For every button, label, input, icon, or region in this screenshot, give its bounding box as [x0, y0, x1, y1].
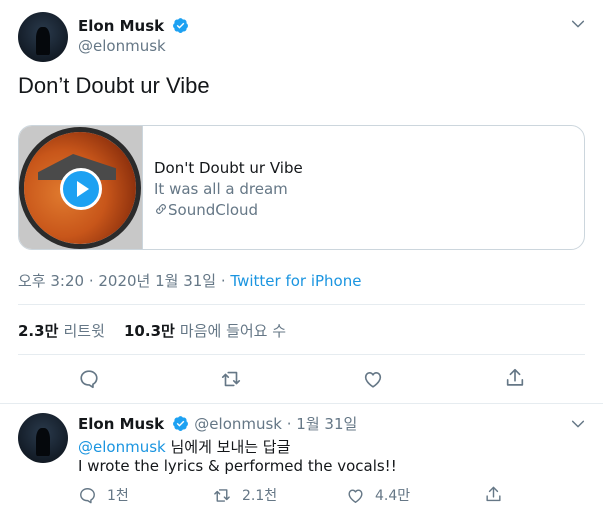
soundcloud-card[interactable]: Don't Doubt ur Vibe It was all a dream S…: [18, 125, 585, 250]
likes-count: 10.3만: [124, 322, 175, 340]
tweet-client[interactable]: Twitter for iPhone: [230, 272, 361, 290]
card-subtitle: It was all a dream: [154, 180, 288, 198]
retweets-stat[interactable]: 2.3만 리트윗: [18, 320, 105, 341]
author-avatar[interactable]: [18, 12, 68, 62]
retweets-count: 2.3만: [18, 322, 59, 340]
author-name[interactable]: Elon Musk: [78, 17, 164, 35]
replying-to-handle[interactable]: @elonmusk: [78, 438, 166, 456]
chevron-down-icon[interactable]: [570, 416, 586, 432]
card-source-label: SoundCloud: [168, 201, 259, 219]
heart-icon: [348, 488, 363, 503]
retweet-icon[interactable]: [219, 368, 243, 390]
tweet-timestamp[interactable]: 오후 3:20 · 2020년 1월 31일 ·: [18, 272, 230, 290]
card-source: SoundCloud: [154, 201, 258, 219]
chevron-down-icon[interactable]: [570, 16, 586, 32]
share-icon[interactable]: [484, 485, 503, 504]
reply-header: Elon Musk @elonmusk · 1월 31일: [78, 413, 357, 434]
divider: [18, 304, 585, 305]
reply-icon: [80, 487, 95, 503]
reply-icon[interactable]: [78, 368, 100, 390]
verified-badge-icon: [173, 18, 189, 33]
likes-label: 마음에 들어요 수: [179, 322, 287, 340]
reply-author-name[interactable]: Elon Musk: [78, 415, 164, 433]
reply-retweet-action[interactable]: 2.1천: [212, 485, 277, 505]
divider: [0, 403, 603, 404]
retweets-label: 리트윗: [63, 322, 105, 340]
reply-author-avatar[interactable]: [18, 413, 68, 463]
reply-like-action[interactable]: 4.4만: [346, 485, 410, 505]
like-count: 4.4만: [375, 488, 411, 504]
play-icon: [77, 181, 89, 197]
author-name-row[interactable]: Elon Musk: [78, 16, 189, 35]
share-icon[interactable]: [504, 367, 526, 389]
tweet-text: Don’t Doubt ur Vibe: [18, 73, 210, 98]
reply-reply-action[interactable]: 1천: [78, 485, 129, 505]
card-thumbnail: [19, 126, 143, 249]
card-title: Don't Doubt ur Vibe: [154, 159, 303, 177]
divider: [18, 354, 585, 355]
retweet-icon: [214, 488, 230, 502]
verified-badge-icon: [173, 416, 189, 431]
reply-count: 1천: [107, 488, 129, 504]
play-button[interactable]: [60, 168, 102, 210]
reply-text: I wrote the lyrics & performed the vocal…: [78, 457, 397, 475]
replying-to-suffix: 님에게 보내는 답글: [165, 438, 291, 456]
reply-author-handle-date[interactable]: @elonmusk · 1월 31일: [194, 415, 357, 433]
tweet-meta: 오후 3:20 · 2020년 1월 31일 · Twitter for iPh…: [18, 270, 361, 291]
heart-icon[interactable]: [362, 368, 384, 390]
author-handle[interactable]: @elonmusk: [78, 37, 166, 55]
link-icon: [156, 204, 166, 214]
likes-stat[interactable]: 10.3만 마음에 들어요 수: [124, 320, 286, 341]
retweet-count: 2.1천: [242, 488, 278, 504]
replying-to: @elonmusk 님에게 보내는 답글: [78, 436, 290, 457]
